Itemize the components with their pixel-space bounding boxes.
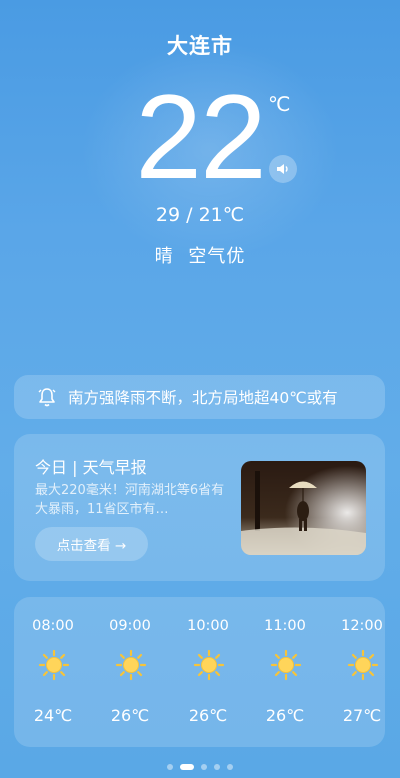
brief-thumbnail-image[interactable]: [241, 461, 366, 555]
brief-title: 今日 | 天气早报: [35, 458, 147, 477]
hour-time: 11:00: [264, 618, 306, 634]
air-quality: 空气优: [188, 246, 246, 267]
sun-icon: [270, 649, 302, 681]
page-dot[interactable]: [214, 764, 220, 770]
city-name[interactable]: 大连市: [0, 30, 400, 60]
page-indicator[interactable]: [0, 764, 400, 770]
voice-broadcast-button[interactable]: [269, 155, 297, 183]
brief-description: 最大220毫米！河南湖北等6省有大暴雨，11省区市有…: [35, 483, 225, 517]
hour-temp: 26℃: [188, 706, 228, 725]
sun-icon: [193, 649, 225, 681]
hour-time: 12:00: [341, 618, 383, 634]
sun-icon: [347, 649, 379, 681]
bell-icon: [38, 388, 56, 407]
page-dot-active[interactable]: [180, 764, 194, 770]
hour-temp: 24℃: [33, 706, 73, 725]
hour-time: 10:00: [187, 618, 229, 634]
weather-alert-banner[interactable]: 南方强降雨不断，北方局地超40℃或有: [14, 375, 385, 419]
alert-text: 南方强降雨不断，北方局地超40℃或有: [68, 389, 338, 407]
speaker-icon: [277, 164, 288, 174]
hour-time: 09:00: [109, 618, 151, 634]
page-dot[interactable]: [201, 764, 207, 770]
page-dot[interactable]: [167, 764, 173, 770]
condition-row[interactable]: 晴 空气优: [0, 242, 400, 268]
temperature-unit: ℃: [268, 92, 291, 116]
current-temperature: 22: [135, 70, 266, 204]
hour-temp: 26℃: [265, 706, 305, 725]
sun-icon: [38, 649, 70, 681]
morning-brief-card[interactable]: 今日 | 天气早报 最大220毫米！河南湖北等6省有大暴雨，11省区市有… 点击…: [14, 434, 385, 581]
sun-icon: [115, 649, 147, 681]
hour-temp: 26℃: [110, 706, 150, 725]
weather-condition: 晴: [154, 246, 174, 267]
hour-time: 08:00: [32, 618, 74, 634]
view-details-button[interactable]: 点击查看 →: [35, 527, 148, 561]
page-dot[interactable]: [227, 764, 233, 770]
temperature-range: 29 / 21℃: [155, 204, 245, 226]
hourly-forecast[interactable]: 08:00 24℃ 09:00 26℃ 10:00 26℃ 11:00 26℃ …: [14, 597, 385, 747]
hour-temp: 27℃: [342, 706, 382, 725]
